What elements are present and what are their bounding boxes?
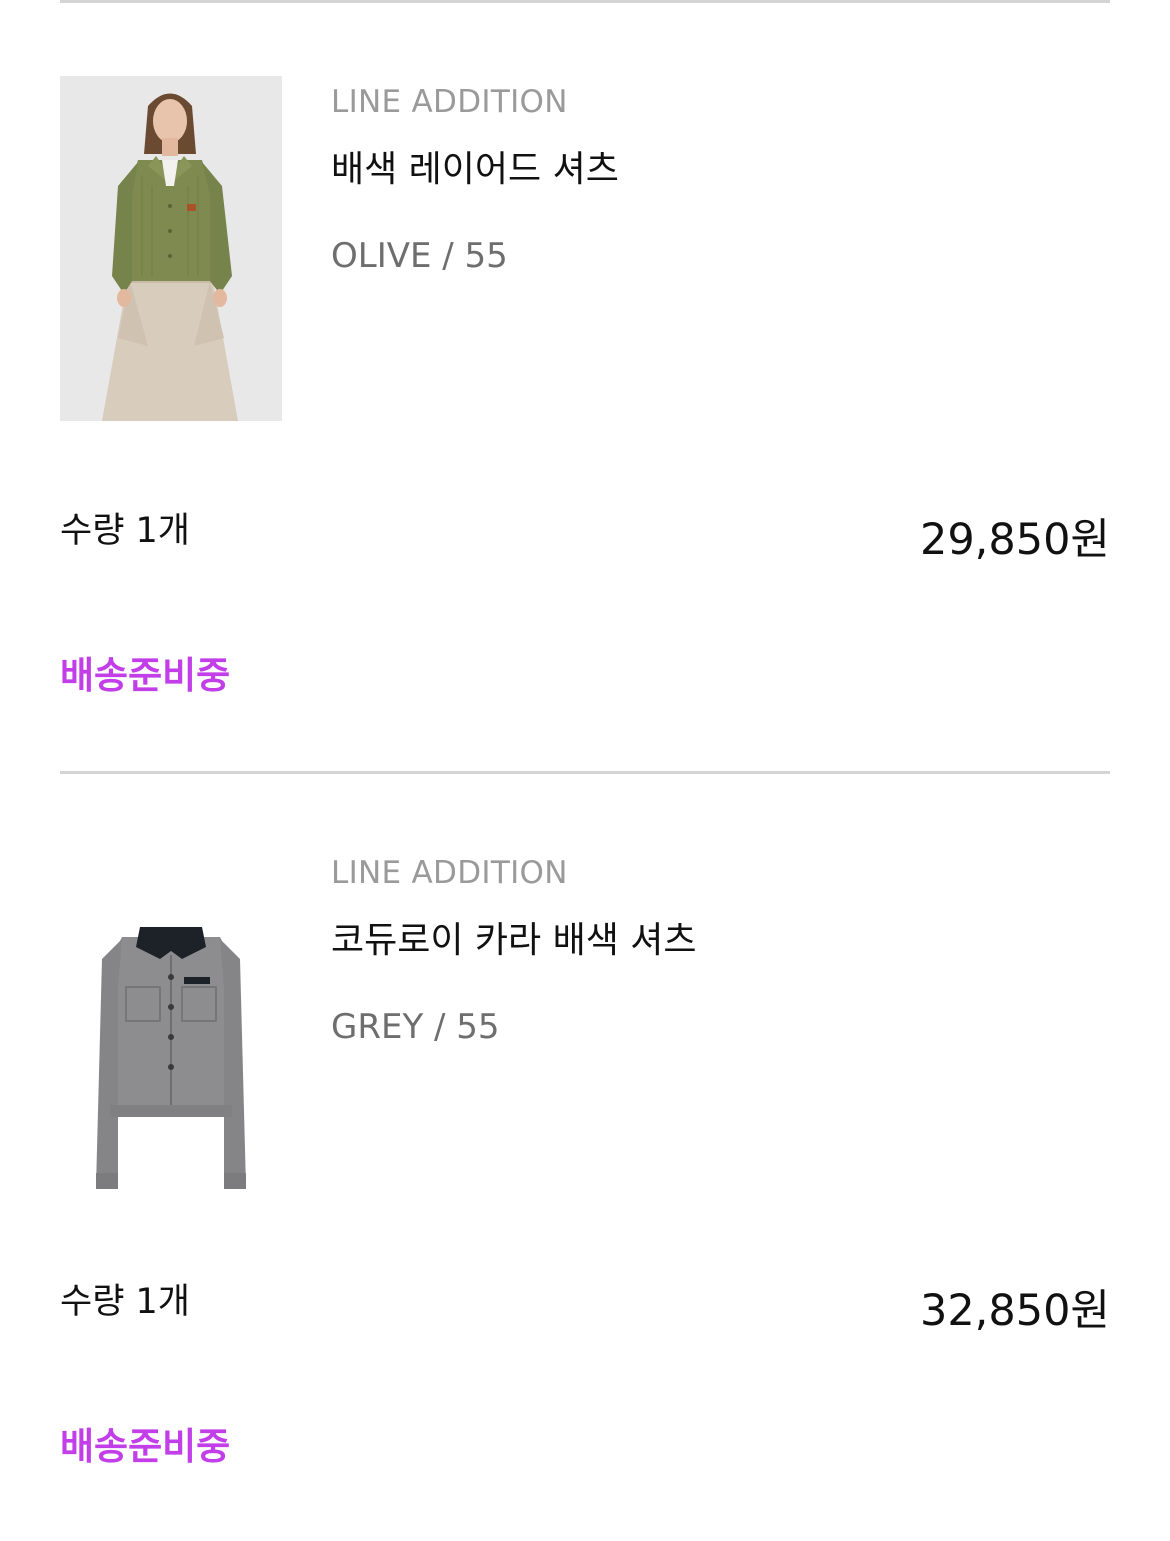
product-option: OLIVE / 55 (331, 236, 508, 276)
shipping-status: 배송준비중 (60, 1425, 231, 1468)
product-name[interactable]: 코듀로이 카라 배색 셔츠 (331, 911, 697, 963)
price: 29,850원 (919, 515, 1110, 565)
quantity-label: 수량 1개 (60, 511, 190, 551)
product-thumbnail[interactable] (60, 847, 282, 1192)
order-item[interactable]: LINE ADDITION 배색 레이어드 셔츠 OLIVE / 55 수량 1… (0, 0, 1170, 770)
price: 32,850원 (919, 1286, 1110, 1336)
brand-name: LINE ADDITION (331, 84, 568, 120)
order-items-page: LINE ADDITION 배색 레이어드 셔츠 OLIVE / 55 수량 1… (0, 0, 1170, 1539)
product-option: GREY / 55 (331, 1007, 500, 1047)
quantity-label: 수량 1개 (60, 1282, 190, 1322)
product-name[interactable]: 배색 레이어드 셔츠 (331, 140, 619, 192)
grey-jacket-photo-icon (60, 847, 282, 1192)
product-thumbnail[interactable] (60, 76, 282, 421)
shipping-status: 배송준비중 (60, 654, 231, 697)
model-photo-olive-shirt-icon (60, 76, 282, 421)
brand-name: LINE ADDITION (331, 855, 568, 891)
order-item[interactable]: LINE ADDITION 코듀로이 카라 배색 셔츠 GREY / 55 수량… (0, 771, 1170, 1541)
